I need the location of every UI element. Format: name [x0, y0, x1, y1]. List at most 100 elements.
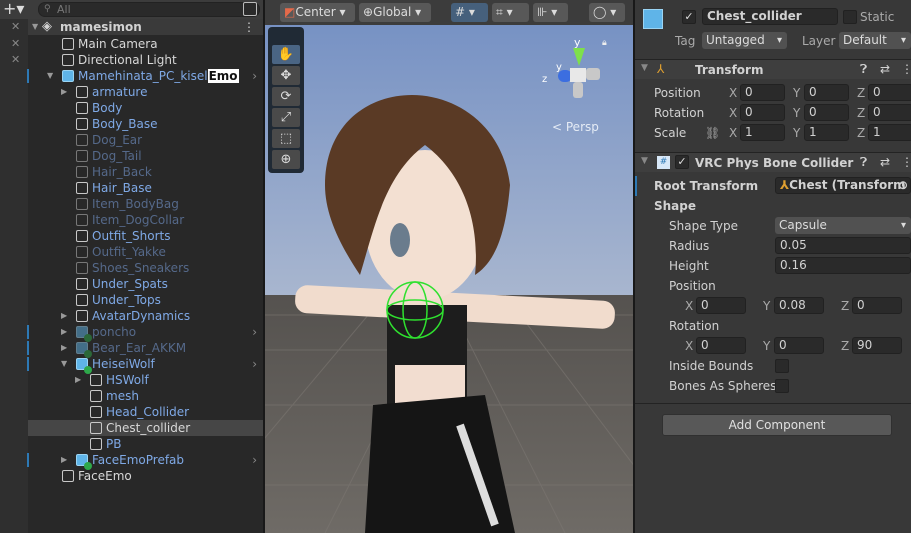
hierarchy-item[interactable]: mesh — [28, 388, 263, 404]
scale-z-field[interactable]: 1 — [868, 124, 911, 141]
move-tool-icon[interactable]: ✥ — [272, 66, 300, 85]
collider-rotation-y-field[interactable]: 0 — [774, 337, 824, 354]
expand-arrow-icon[interactable]: ▶ — [61, 324, 67, 340]
chevron-right-icon[interactable]: › — [252, 324, 257, 340]
more-icon[interactable]: ⋮ — [243, 19, 255, 35]
expand-arrow-icon[interactable]: ▼ — [32, 19, 38, 35]
chevron-right-icon[interactable]: › — [252, 356, 257, 372]
transform-tool-icon[interactable]: ⊕ — [272, 150, 300, 169]
scale-x-field[interactable]: 1 — [740, 124, 785, 141]
collider-position-x-field[interactable]: 0 — [696, 297, 746, 314]
collapse-arrow-icon[interactable]: ▼ — [641, 63, 648, 73]
more-icon[interactable]: ⋮ — [901, 62, 911, 76]
scene-view[interactable]: ◩Center ▾ ⊕Global ▾ # ▾ ⌗ ▾ ⊪ ▾ ◯ ▾ ✋ ✥ … — [265, 0, 633, 533]
scene-row[interactable]: ▼ ◈ mamesimon ⋮ — [28, 19, 263, 35]
hidden-visibility-icon[interactable]: ✕ — [11, 37, 20, 50]
hierarchy-item[interactable]: Under_Spats — [28, 276, 263, 292]
tag-dropdown[interactable]: Untagged — [702, 32, 787, 49]
hierarchy-item[interactable]: FaceEmo — [28, 468, 263, 484]
hierarchy-item[interactable]: ▼ HeiseiWolf › — [28, 356, 263, 374]
expand-arrow-icon[interactable]: ▶ — [61, 308, 67, 324]
scale-tool-icon[interactable]: ⤢ — [272, 108, 300, 127]
hierarchy-item[interactable]: Hair_Back — [28, 164, 263, 180]
collider-rotation-z-field[interactable]: 90 — [852, 337, 902, 354]
chevron-right-icon[interactable]: › — [252, 68, 257, 84]
hierarchy-item[interactable]: ▶ armature — [28, 84, 263, 100]
hierarchy-item[interactable]: Outfit_Yakke — [28, 244, 263, 260]
active-checkbox[interactable]: ✓ — [682, 10, 696, 24]
rotation-y-field[interactable]: 0 — [804, 104, 849, 121]
constrain-proportions-icon[interactable]: ⛓ — [705, 126, 720, 140]
rotation-z-field[interactable]: 0 — [868, 104, 911, 121]
shape-type-dropdown[interactable]: Capsule — [775, 217, 911, 234]
hierarchy-item[interactable]: ▶ AvatarDynamics — [28, 308, 263, 324]
hidden-visibility-icon[interactable]: ✕ — [11, 53, 20, 66]
orientation-gizmo[interactable]: y y z 🔒︎ — [540, 36, 612, 108]
expand-arrow-icon[interactable]: ▶ — [61, 84, 67, 100]
hidden-visibility-icon[interactable]: ✕ — [11, 20, 20, 33]
collider-rotation-x-field[interactable]: 0 — [696, 337, 746, 354]
hierarchy-item[interactable]: ▼ Mamehinata_PC_kiselEmo › — [28, 68, 263, 84]
radius-field[interactable]: 0.05 — [775, 237, 911, 254]
draw-mode-button[interactable]: ◯ ▾ — [589, 3, 625, 22]
snap-increment-button[interactable]: ⌗ ▾ — [492, 3, 529, 22]
hand-tool-icon[interactable]: ✋ — [272, 45, 300, 64]
root-transform-field[interactable]: ⅄Chest (Transform ⊙ — [775, 177, 911, 194]
hierarchy-item[interactable]: Item_BodyBag — [28, 196, 263, 212]
chevron-right-icon[interactable]: › — [252, 452, 257, 468]
rotate-tool-icon[interactable]: ⟳ — [272, 87, 300, 106]
rotation-x-field[interactable]: 0 — [740, 104, 785, 121]
hierarchy-item[interactable]: ▶ Bear_Ear_AKKM — [28, 340, 263, 358]
component-enabled-checkbox[interactable]: ✓ — [675, 155, 689, 169]
hierarchy-item[interactable]: Shoes_Sneakers — [28, 260, 263, 276]
hierarchy-item[interactable]: Main Camera — [28, 36, 263, 52]
grid-snap-button[interactable]: # ▾ — [451, 3, 488, 22]
inside-bounds-checkbox[interactable] — [775, 359, 789, 373]
scale-y-field[interactable]: 1 — [804, 124, 849, 141]
collapse-arrow-icon[interactable]: ▼ — [641, 156, 648, 166]
space-dropdown[interactable]: ⊕Global ▾ — [359, 3, 431, 22]
gameobject-icon[interactable] — [643, 9, 663, 29]
name-field[interactable]: Chest_collider — [702, 8, 838, 25]
hierarchy-item[interactable]: Item_DogCollar — [28, 212, 263, 228]
hierarchy-item[interactable]: Directional Light — [28, 52, 263, 68]
help-icon[interactable]: ❓︎ — [860, 62, 867, 77]
hierarchy-item[interactable]: Head_Collider — [28, 404, 263, 420]
hierarchy-item[interactable]: Dog_Ear — [28, 132, 263, 148]
collider-position-z-field[interactable]: 0 — [852, 297, 902, 314]
height-field[interactable]: 0.16 — [775, 257, 911, 274]
position-x-field[interactable]: 0 — [740, 84, 785, 101]
hierarchy-item[interactable]: Hair_Base — [28, 180, 263, 196]
hierarchy-item[interactable]: Outfit_Shorts — [28, 228, 263, 244]
hierarchy-item[interactable]: PB — [28, 436, 263, 452]
bones-as-spheres-checkbox[interactable] — [775, 379, 789, 393]
ruler-button[interactable]: ⊪ ▾ — [533, 3, 568, 22]
object-picker-icon[interactable]: ⊙ — [898, 178, 908, 193]
hierarchy-item[interactable]: Body — [28, 100, 263, 116]
expand-arrow-icon[interactable]: ▶ — [61, 452, 67, 468]
expand-arrow-icon[interactable]: ▶ — [61, 340, 67, 356]
hierarchy-item[interactable]: Dog_Tail — [28, 148, 263, 164]
hierarchy-item[interactable]: Under_Tops — [28, 292, 263, 308]
add-component-button[interactable]: Add Component — [662, 414, 892, 436]
hierarchy-item[interactable]: ▶ FaceEmoPrefab › — [28, 452, 263, 470]
static-checkbox[interactable] — [843, 10, 857, 24]
pivot-dropdown[interactable]: ◩Center ▾ — [280, 3, 355, 22]
rect-tool-icon[interactable]: ⬚ — [272, 129, 300, 148]
more-icon[interactable]: ⋮ — [901, 155, 911, 169]
lock-icon[interactable]: 🔒︎ — [602, 38, 607, 48]
expand-arrow-icon[interactable]: ▼ — [47, 68, 53, 84]
expand-arrow-icon[interactable]: ▶ — [75, 372, 81, 388]
collider-header[interactable]: ▼ # ✓ VRC Phys Bone Collider (Sc ❓︎ ⇄ ⋮ — [635, 152, 911, 172]
transform-header[interactable]: ▼ ⅄ Transform ❓︎ ⇄ ⋮ — [635, 59, 911, 79]
hierarchy-item[interactable]: ▶ poncho › — [28, 324, 263, 342]
hierarchy-item[interactable]: ▶ HSWolf — [28, 372, 263, 388]
presets-icon[interactable]: ⇄ — [880, 155, 890, 169]
position-y-field[interactable]: 0 — [804, 84, 849, 101]
hierarchy-item[interactable]: Chest_collider — [28, 420, 263, 436]
layer-dropdown[interactable]: Default — [839, 32, 911, 49]
search-input[interactable]: ⚲ All — [38, 2, 260, 17]
add-icon[interactable]: +▾ — [3, 0, 24, 18]
position-z-field[interactable]: 0 — [868, 84, 911, 101]
maximize-icon[interactable] — [243, 2, 257, 16]
